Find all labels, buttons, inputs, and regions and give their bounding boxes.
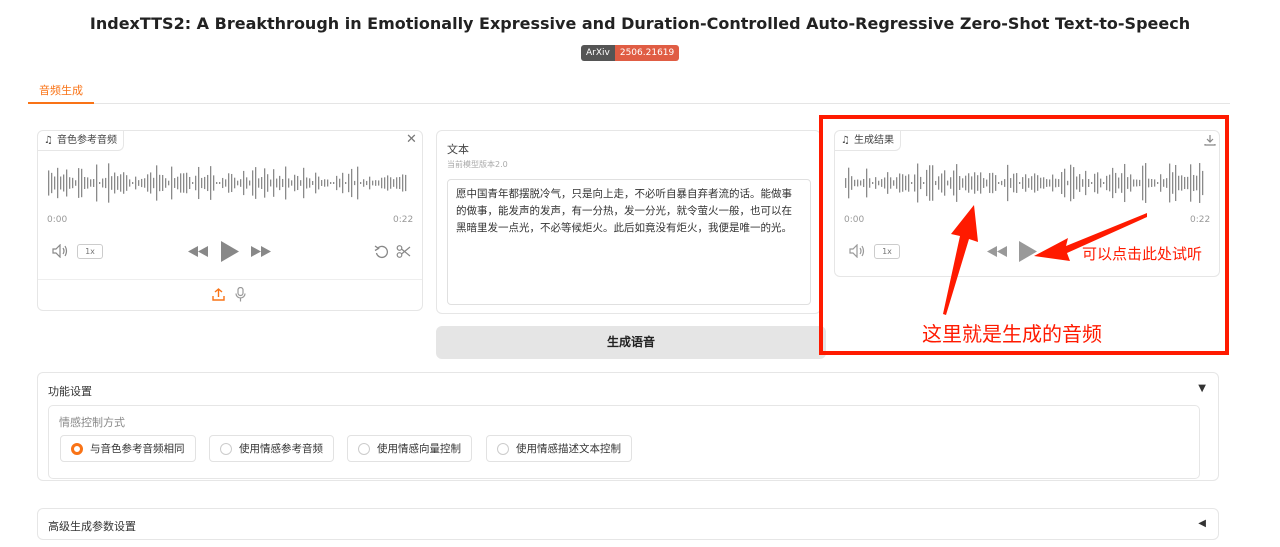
radio-same-as-reference[interactable]: 与音色参考音频相同 [60, 435, 196, 462]
radio-label: 与音色参考音频相同 [90, 443, 185, 455]
radio-dot-selected [71, 442, 83, 455]
radio-label: 使用情感参考音频 [239, 443, 323, 455]
radio-emotion-reference-audio[interactable]: 使用情感参考音频 [209, 435, 334, 462]
emotion-control-group: 情感控制方式 与音色参考音频相同 使用情感参考音频 使用情感向量控制 使用情感描… [48, 405, 1200, 479]
advanced-title[interactable]: 高级生成参数设置 [48, 518, 136, 534]
radio-emotion-vector[interactable]: 使用情感向量控制 [347, 435, 472, 462]
expand-arrow-icon[interactable]: ◀ [1198, 518, 1206, 529]
settings-title[interactable]: 功能设置 [48, 383, 92, 399]
radio-label: 使用情感描述文本控制 [516, 443, 621, 455]
emotion-control-label: 情感控制方式 [59, 416, 125, 429]
settings-accordion: 功能设置 ▼ 情感控制方式 与音色参考音频相同 使用情感参考音频 使用情感向量控… [37, 372, 1219, 481]
advanced-accordion: 高级生成参数设置 ◀ [37, 508, 1219, 540]
collapse-arrow-icon[interactable]: ▼ [1198, 383, 1206, 394]
radio-dot [358, 442, 370, 455]
radio-emotion-text[interactable]: 使用情感描述文本控制 [486, 435, 632, 462]
radio-dot [497, 442, 509, 455]
radio-dot [220, 442, 232, 455]
arrow-to-waveform [943, 205, 978, 315]
play-hint-annotation: 可以点击此处试听 [1082, 245, 1203, 263]
audio-hint-annotation: 这里就是生成的音频 [922, 322, 1102, 346]
radio-label: 使用情感向量控制 [377, 443, 461, 455]
